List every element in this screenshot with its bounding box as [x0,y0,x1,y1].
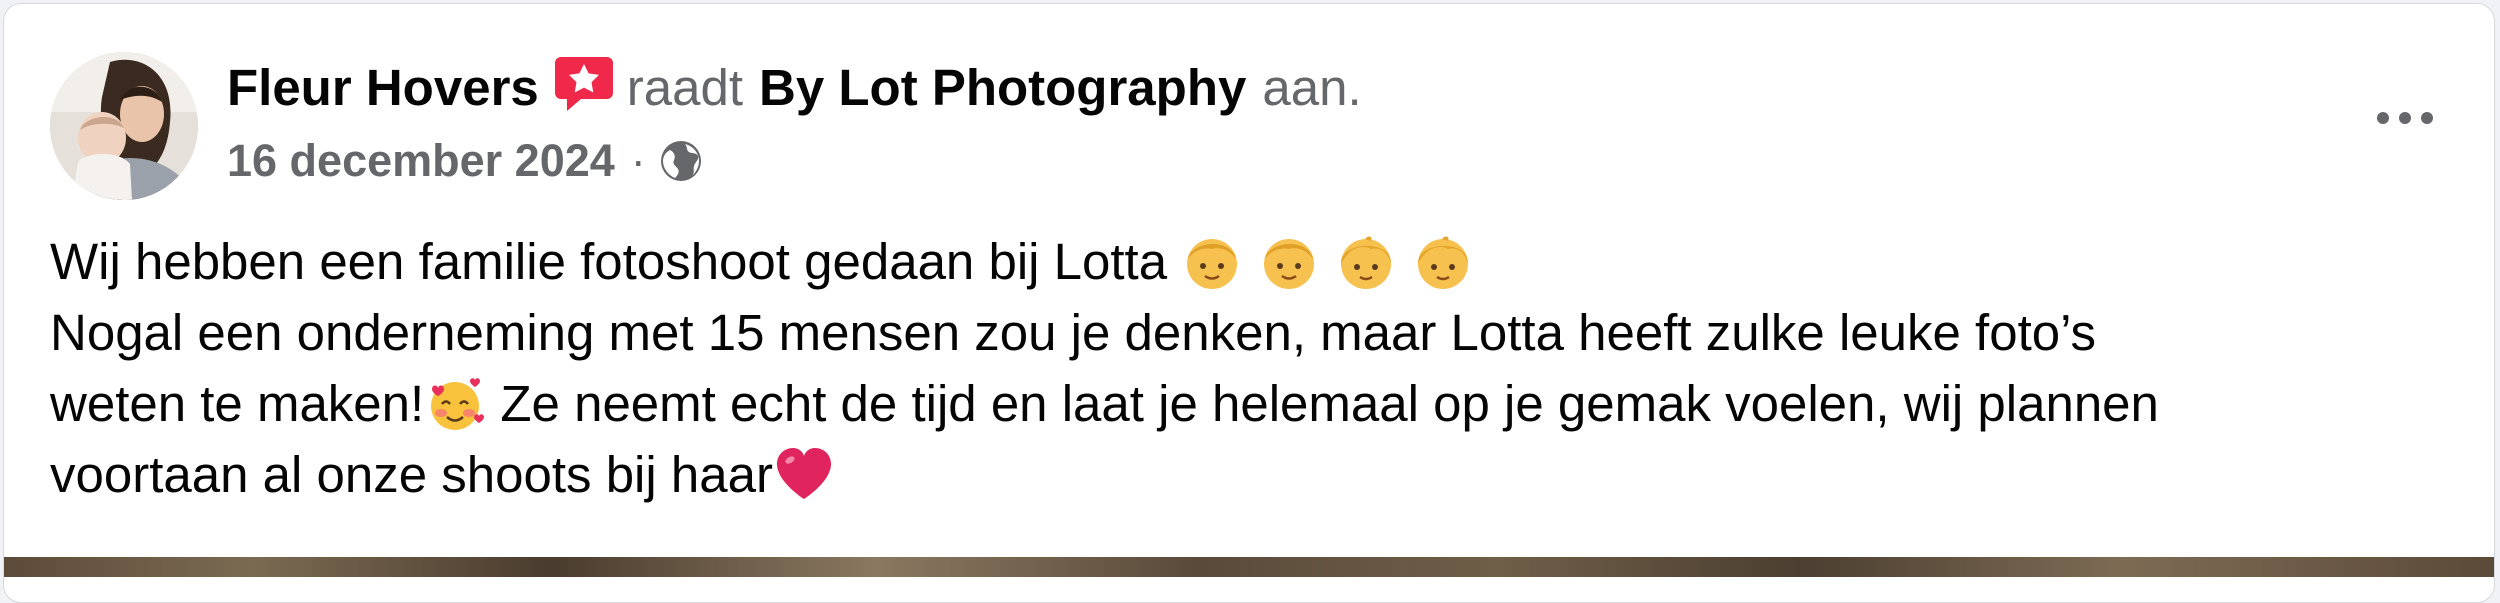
recommendation-star-icon [553,53,615,115]
recommends-verb: raadt [626,59,744,116]
post-photo-preview[interactable] [4,557,2494,577]
post-text-line2: Nogal een onderneming met 15 mensen zou … [50,304,2097,361]
author-name[interactable]: Fleur Hovers [227,52,539,124]
post-line-2: Nogal een onderneming met 15 mensen zou … [50,297,2470,368]
post-meta: 16 december 2024 · [227,131,704,191]
child-emoji [1335,231,1397,293]
page-name-link[interactable]: By Lot Photography [759,52,1246,124]
post-line-1: Wij hebben een familie fotoshoot gedaan … [50,226,2470,297]
avatar[interactable] [50,52,198,200]
post-text-line3-end: Ze neemt echt de tijd en laat je helemaa… [486,375,2159,432]
more-options-icon [2377,112,2433,124]
red-heart-emoji [773,444,835,506]
boy-emoji [1258,231,1320,293]
post-body: Wij hebben een familie fotoshoot gedaan … [50,226,2470,510]
post-text-line1: Wij hebben een familie fotoshoot gedaan … [50,233,1168,290]
smiling-face-with-hearts-emoji [424,373,486,435]
more-options-button[interactable] [2360,90,2450,146]
child-emoji [1412,231,1474,293]
post-line-3: weten te maken! Ze neemt echt de tijd en… [50,368,2470,439]
post-card: Fleur Hovers raadt By Lot Photography aa… [3,3,2495,603]
avatar-photo [50,52,198,200]
meta-separator: · [630,135,646,186]
post-date[interactable]: 16 december 2024 [227,135,615,187]
boy-emoji [1181,231,1243,293]
post-line-4: voortaan al onze shoots bij haar [50,439,2470,510]
globe-icon[interactable] [658,138,704,184]
post-text-line4: voortaan al onze shoots bij haar [50,446,773,503]
recommends-suffix: aan. [1262,59,1362,116]
post-text-line3-start: weten te maken! [50,375,425,432]
post-header: Fleur Hovers raadt By Lot Photography aa… [227,52,1362,124]
